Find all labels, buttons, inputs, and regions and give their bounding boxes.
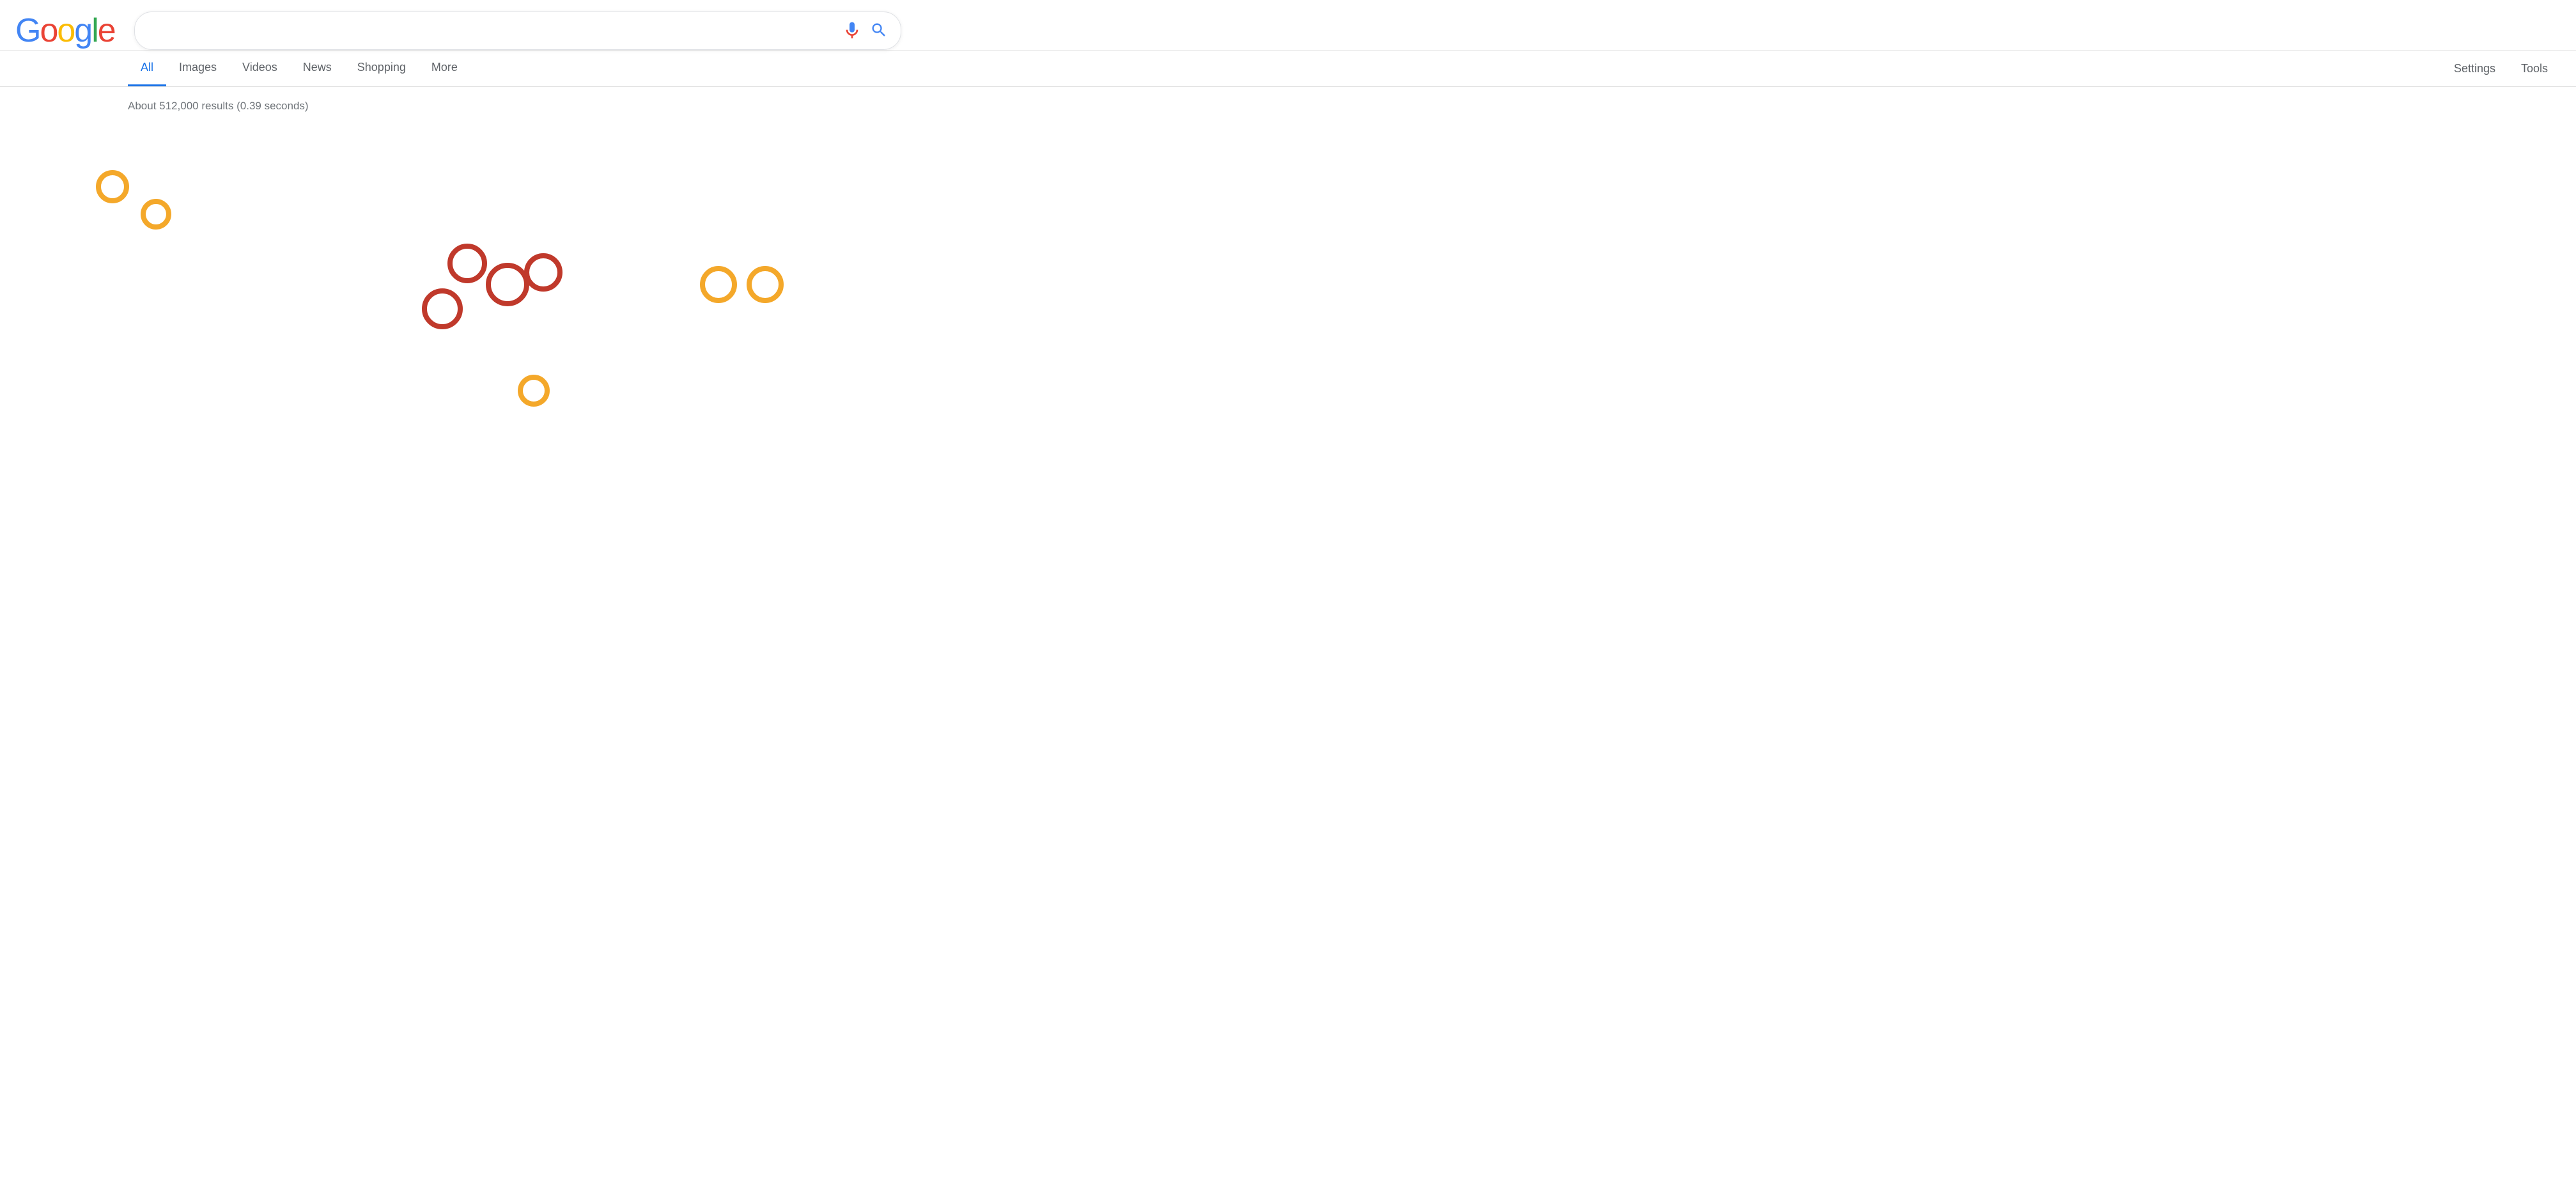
- search-icon: [870, 21, 888, 39]
- tab-news[interactable]: News: [290, 51, 345, 86]
- logo-letter-l: l: [91, 12, 98, 49]
- zerg-o-4: [486, 263, 529, 306]
- zerg-o-3: [447, 244, 487, 283]
- tab-all[interactable]: All: [128, 51, 166, 86]
- zerg-o-1: [96, 170, 129, 203]
- zerg-o-2: [141, 199, 171, 230]
- results-count: About 512,000 results (0.39 seconds): [128, 100, 2561, 113]
- logo-letter-g2: g: [74, 12, 91, 49]
- search-button[interactable]: [870, 21, 888, 41]
- zerg-o-6: [524, 253, 563, 292]
- zerg-rush-container: [0, 125, 2576, 573]
- logo-letter-e: e: [98, 12, 115, 49]
- search-bar: zerg rush: [134, 12, 901, 50]
- logo-letter-o2: o: [57, 12, 74, 49]
- tab-videos[interactable]: Videos: [229, 51, 290, 86]
- mic-icon[interactable]: [842, 20, 862, 41]
- zerg-o-7: [700, 266, 737, 303]
- results-area: About 512,000 results (0.39 seconds): [0, 87, 2576, 471]
- nav-tabs: All Images Videos News Shopping More Set…: [0, 51, 2576, 87]
- header: Google zerg rush: [0, 0, 2576, 51]
- settings-link[interactable]: Settings: [2441, 52, 2508, 86]
- tools-link[interactable]: Tools: [2508, 52, 2561, 86]
- tab-shopping[interactable]: Shopping: [345, 51, 419, 86]
- zerg-o-9: [518, 375, 550, 407]
- tab-images[interactable]: Images: [166, 51, 229, 86]
- zerg-o-8: [747, 266, 784, 303]
- google-logo[interactable]: Google: [15, 12, 115, 50]
- logo-letter-g: G: [15, 12, 40, 49]
- logo-letter-o1: o: [40, 12, 57, 49]
- zerg-o-5: [422, 288, 463, 329]
- tab-more[interactable]: More: [419, 51, 470, 86]
- search-input[interactable]: zerg rush: [148, 22, 834, 39]
